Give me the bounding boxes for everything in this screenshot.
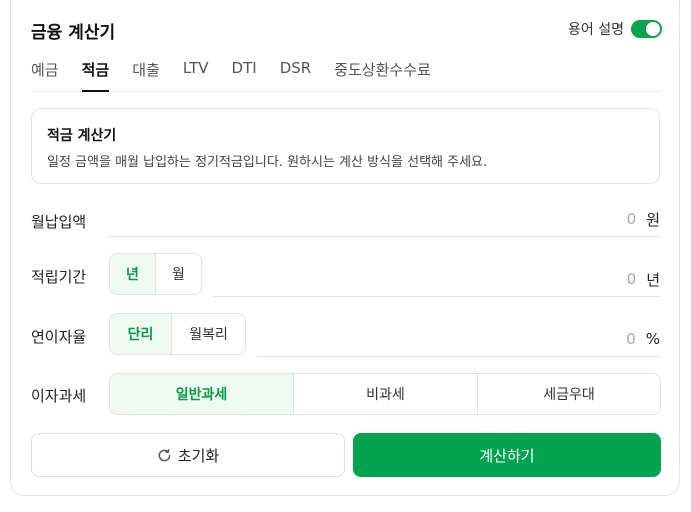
monthly-payment-value: 0 [626, 210, 637, 228]
tax-option-tax-free[interactable]: 비과세 [293, 374, 477, 414]
tax-type-selector: 일반과세 비과세 세금우대 [109, 373, 661, 415]
period-unit: 년 [646, 270, 660, 289]
period-value: 0 [626, 270, 637, 288]
period-type-selector: 년 월 [109, 253, 202, 295]
rate-input[interactable]: 0 % [257, 322, 660, 357]
calculate-button[interactable]: 계산하기 [353, 433, 661, 477]
glossary-toggle-group: 용어 설명 [568, 19, 662, 39]
tab-loan[interactable]: 대출 [132, 56, 160, 87]
tab-prepayment-fee[interactable]: 중도상환수수료 [334, 56, 431, 87]
tax-label: 이자과세 [31, 387, 87, 405]
monthly-payment-label: 월납입액 [31, 213, 87, 231]
monthly-payment-input[interactable]: 0 원 [108, 202, 660, 237]
tab-ltv[interactable]: LTV [183, 56, 209, 87]
period-option-month[interactable]: 월 [155, 254, 201, 294]
rate-label: 연이자율 [31, 328, 87, 346]
info-box: 적금 계산기 일정 금액을 매월 납입하는 정기적금입니다. 원하시는 계산 방… [31, 108, 660, 184]
rate-option-simple[interactable]: 단리 [110, 314, 172, 354]
period-option-year[interactable]: 년 [110, 254, 155, 294]
page-title: 금융 계산기 [31, 23, 116, 43]
rate-type-selector: 단리 월복리 [109, 313, 246, 355]
tab-savings[interactable]: 적금 [81, 56, 110, 92]
tab-dti[interactable]: DTI [232, 56, 257, 87]
monthly-payment-unit: 원 [646, 210, 660, 229]
period-input[interactable]: 0 년 [213, 262, 660, 297]
refresh-icon [157, 448, 172, 463]
tab-dsr[interactable]: DSR [280, 56, 312, 87]
tab-bar: 예금 적금 대출 LTV DTI DSR 중도상환수수료 [31, 56, 661, 92]
tab-deposit[interactable]: 예금 [31, 56, 59, 87]
glossary-toggle[interactable] [631, 20, 662, 38]
glossary-label: 용어 설명 [568, 22, 624, 38]
info-description: 일정 금액을 매월 납입하는 정기적금입니다. 원하시는 계산 방식을 선택해 … [47, 155, 488, 170]
reset-label: 초기화 [177, 446, 220, 465]
toggle-knob [646, 22, 660, 36]
info-title: 적금 계산기 [47, 128, 117, 144]
tax-option-preferential[interactable]: 세금우대 [477, 374, 660, 414]
period-label: 적립기간 [31, 268, 87, 286]
rate-unit: % [645, 330, 660, 348]
reset-button[interactable]: 초기화 [31, 433, 345, 477]
rate-value: 0 [626, 330, 636, 348]
tax-option-general[interactable]: 일반과세 [110, 374, 293, 414]
rate-option-monthly-compound[interactable]: 월복리 [171, 314, 245, 354]
